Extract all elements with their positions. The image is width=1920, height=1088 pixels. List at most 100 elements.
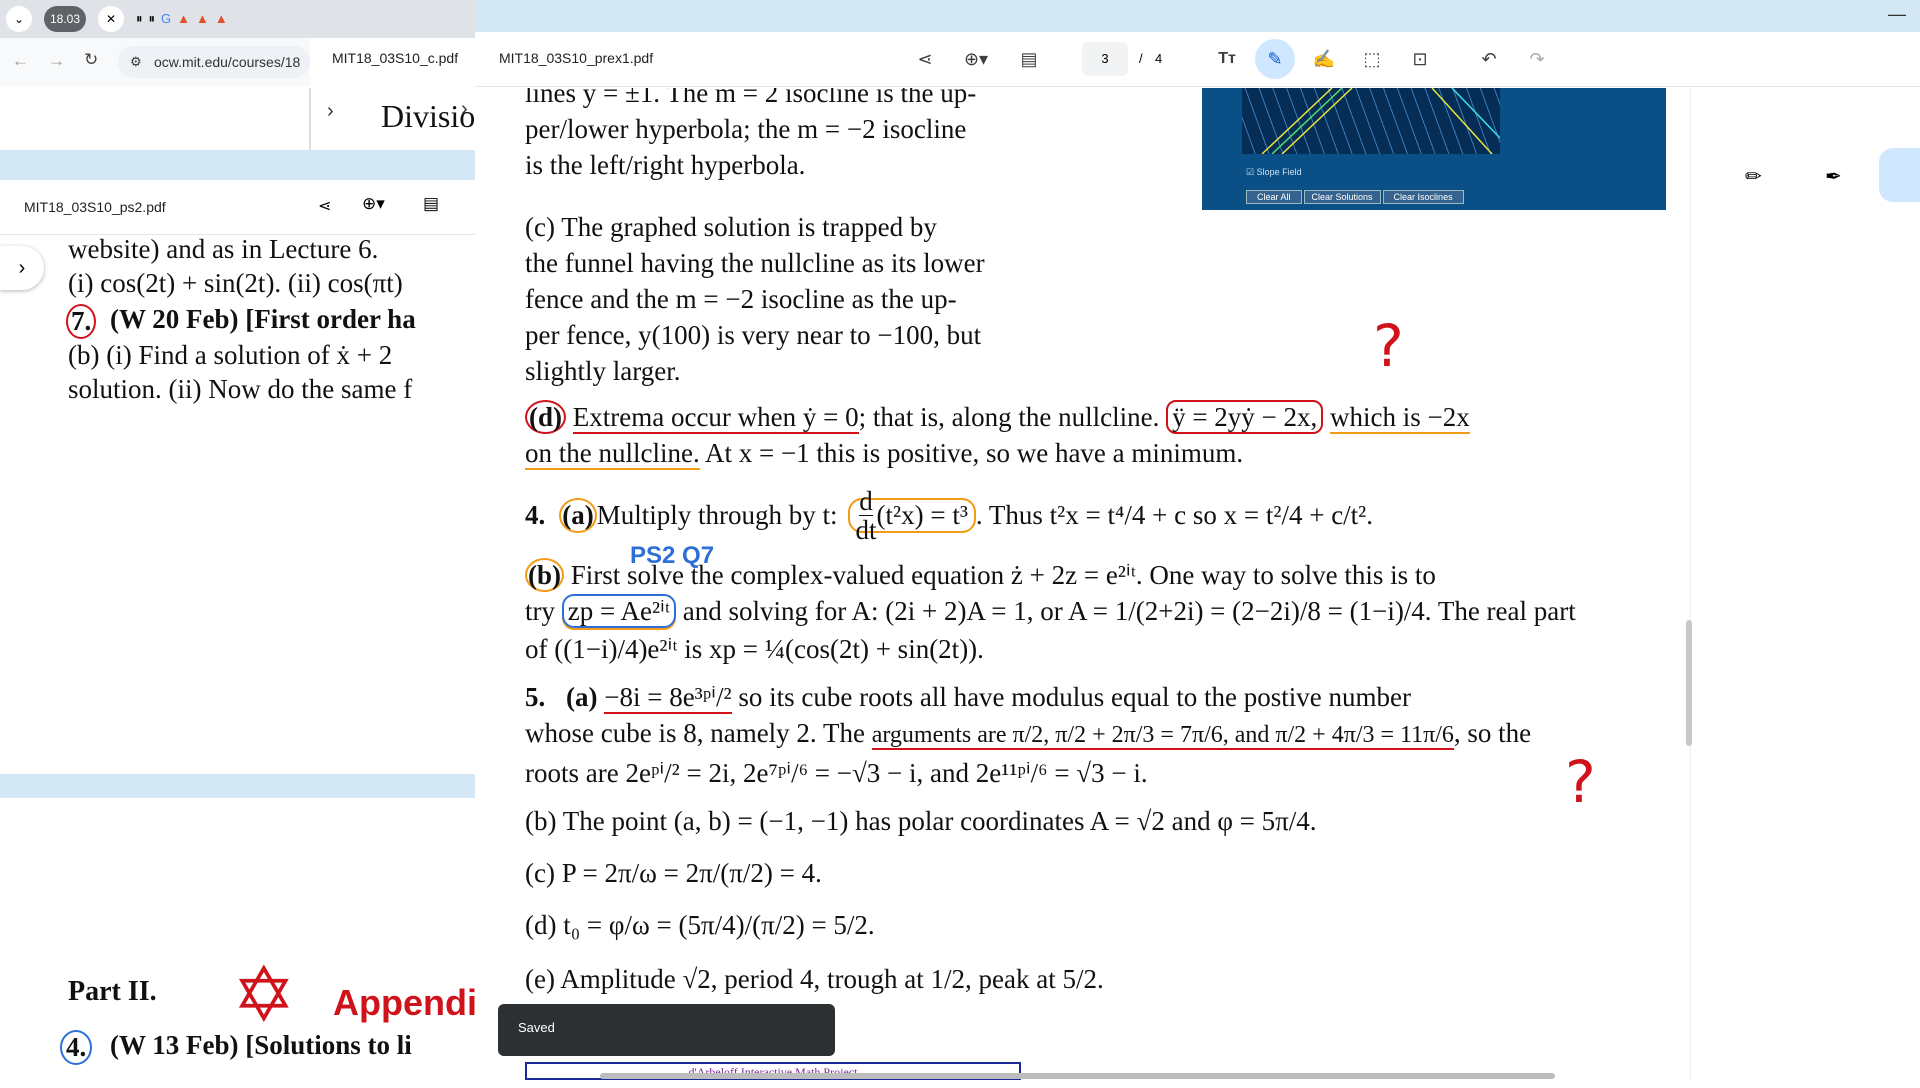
text-line: the funnel having the nullcline as its l… <box>525 248 985 278</box>
slope-field-label: Slope Field <box>1256 167 1302 177</box>
forward-icon[interactable]: → <box>48 51 65 71</box>
matlab-icon[interactable]: ▲ <box>177 11 190 27</box>
part-heading: Part II. <box>68 976 157 1007</box>
slope-field-plot <box>1242 88 1500 154</box>
print-icon[interactable]: ▤ <box>423 194 439 214</box>
redo-icon[interactable]: ↷ <box>1522 44 1552 74</box>
reload-icon[interactable]: ↻ <box>84 50 98 70</box>
window-c-body: › Divisio › <box>310 88 475 150</box>
fraction: d dt <box>856 487 877 544</box>
text-span: At x = −1 this is positive, so we have a… <box>699 438 1244 468</box>
select-icon[interactable]: ⬚ <box>1357 44 1387 74</box>
appendix-page: Part II. ✡ Appendix 4. (W 13 Feb) [Solut… <box>0 798 475 1080</box>
text-line: per/lower hyperbola; the m = −2 isocline <box>525 114 967 144</box>
text-span: . Thus t²x = t⁴/4 + c so x = t²/4 + c/t²… <box>975 500 1374 530</box>
google-icon[interactable]: G <box>161 11 171 27</box>
pause-icon[interactable]: ⏸ <box>136 11 143 27</box>
url-text: ocw.mit.edu/courses/18 <box>154 54 301 70</box>
label-a: (a) <box>566 682 598 712</box>
label-a: (a) <box>559 498 597 533</box>
clear-isoclines-button[interactable]: Clear Isoclines <box>1382 190 1464 204</box>
zoom-icon[interactable]: ⊕▾ <box>362 194 385 214</box>
ps2-line: website) and as in Lecture 6. <box>68 236 379 264</box>
ps2-item-number: 4. <box>60 1030 93 1065</box>
isocline-lines <box>1261 88 1500 154</box>
pause-icon[interactable]: ⏸ <box>149 11 156 27</box>
text-span: , so the <box>1453 718 1532 748</box>
text-span: ; that is, along the nullcline. <box>858 402 1160 432</box>
applet-buttons: Clear All Clear Solutions Clear Isocline… <box>1246 190 1464 204</box>
share-icon[interactable]: ⋖ <box>318 196 331 216</box>
signature-icon[interactable]: ✍ <box>1309 44 1339 74</box>
appendix-annotation: Appendix <box>333 982 475 1023</box>
active-tab[interactable]: ✕ <box>98 6 124 32</box>
vertical-scrollbar[interactable] <box>1686 620 1692 746</box>
url-field[interactable]: ⚙ ocw.mit.edu/courses/18 <box>118 46 310 78</box>
text-span: whose cube is 8, namely 2. The <box>525 718 872 748</box>
text-line: (b) First solve the complex-valued equat… <box>525 558 1436 592</box>
text-line: (e) Amplitude √2, period 4, trough at 1/… <box>525 964 1104 994</box>
page-separator: / <box>1139 51 1143 66</box>
print-icon[interactable]: ▤ <box>1014 44 1044 74</box>
pdf-window-titlebar: — <box>475 0 1920 32</box>
window-c-header: MIT18_03S10_c.pdf <box>310 38 475 88</box>
pen-icon[interactable]: ✎ <box>1255 39 1295 79</box>
chevron-right-icon[interactable]: › <box>461 98 468 121</box>
pdf-page: ☑ Slope Field Clear All Clear Solutions … <box>475 88 1690 1080</box>
left-blank-area <box>0 88 310 150</box>
tab-group-badge[interactable]: 18.03 <box>44 6 86 32</box>
share-icon[interactable]: ⋖ <box>910 44 940 74</box>
star-of-david-icon: ✡ <box>232 953 296 1038</box>
screenshot-icon[interactable]: ⊡ <box>1405 44 1435 74</box>
annotation-side-panel: ✏ ✒ <box>1690 88 1920 1080</box>
highlighter-tool[interactable] <box>1879 148 1920 202</box>
ps2-sidebar-toggle[interactable]: › <box>0 246 44 290</box>
question-mark-annotation: ? <box>1373 312 1404 380</box>
label-d: (d) <box>525 400 566 434</box>
text-span: First solve the complex-valued equation … <box>564 560 1436 590</box>
ps2-line: solution. (ii) Now do the same f <box>68 374 413 404</box>
minimize-icon[interactable]: — <box>1888 4 1906 25</box>
solution-curve <box>1271 88 1343 154</box>
text-line: whose cube is 8, namely 2. The arguments… <box>525 718 1532 750</box>
underlined-text: which is −2x <box>1330 402 1470 434</box>
pencil-icon[interactable]: ✏ <box>1745 164 1762 189</box>
ps2-line: (W 20 Feb) [First order ha <box>110 304 416 334</box>
tab-list-button[interactable]: ⌄ <box>6 6 32 32</box>
marker-icon[interactable]: ✒ <box>1825 164 1842 189</box>
saved-toast: Saved <box>498 1004 835 1056</box>
clear-all-button[interactable]: Clear All <box>1246 190 1302 204</box>
pinned-tab-icons[interactable]: ⏸ ⏸ G ▲ ▲ ▲ <box>136 11 306 27</box>
page-number-input[interactable]: 3 <box>1082 42 1128 76</box>
text-line: (b) The point (a, b) = (−1, −1) has pola… <box>525 806 1317 836</box>
address-bar-row: ← → ↻ ⚙ ocw.mit.edu/courses/18 <box>0 38 310 86</box>
text-span: and solving for A: (2i + 2)A = 1, or A =… <box>676 596 1576 626</box>
background-windows: › Divisio › MIT18_03S10_ps2.pdf ⋖ ⊕▾ ▤ ›… <box>0 88 475 1088</box>
page-total: 4 <box>1155 51 1163 66</box>
text-icon[interactable]: Tт <box>1212 44 1242 74</box>
problem-number: 5. <box>525 682 546 712</box>
zoom-icon[interactable]: ⊕▾ <box>953 44 999 74</box>
chevron-right-icon[interactable]: › <box>327 100 334 123</box>
text-line: on the nullcline. At x = −1 this is posi… <box>525 438 1244 470</box>
text-line: lines y = ±1. The m = 2 isocline is the … <box>525 88 977 108</box>
undo-icon[interactable]: ↶ <box>1474 44 1504 74</box>
matlab-icon[interactable]: ▲ <box>215 11 228 27</box>
text-line: try zp = Ae²ⁱᵗ and solving for A: (2i + … <box>525 594 1576 628</box>
text-line: roots are 2eᵖⁱ/² = 2i, 2e⁷ᵖⁱ/⁶ = −√3 − i… <box>525 758 1148 788</box>
underlined-text: −8i = 8e³ᵖⁱ/² <box>604 682 732 714</box>
clear-solutions-button[interactable]: Clear Solutions <box>1303 190 1381 204</box>
label-b: (b) <box>525 558 564 592</box>
window-ps2-title: MIT18_03S10_ps2.pdf <box>24 199 166 215</box>
site-info-icon[interactable]: ⚙ <box>130 46 142 78</box>
back-icon[interactable]: ← <box>12 51 29 71</box>
underlined-text: Extrema occur when ẏ = 0 <box>572 402 859 434</box>
close-icon[interactable]: ✕ <box>106 12 116 26</box>
matlab-icon[interactable]: ▲ <box>196 11 209 27</box>
text-line: slightly larger. <box>525 356 681 386</box>
isocline <box>1281 88 1353 154</box>
pdf-toolbar: MIT18_03S10_prex1.pdf ⋖ ⊕▾ ▤ 3 / 4 Tт ✎ … <box>475 32 1920 87</box>
fraction-numerator: d <box>859 486 873 516</box>
horizontal-scrollbar[interactable] <box>600 1073 1555 1079</box>
slope-field-checkbox[interactable]: ☑ Slope Field <box>1246 167 1302 178</box>
